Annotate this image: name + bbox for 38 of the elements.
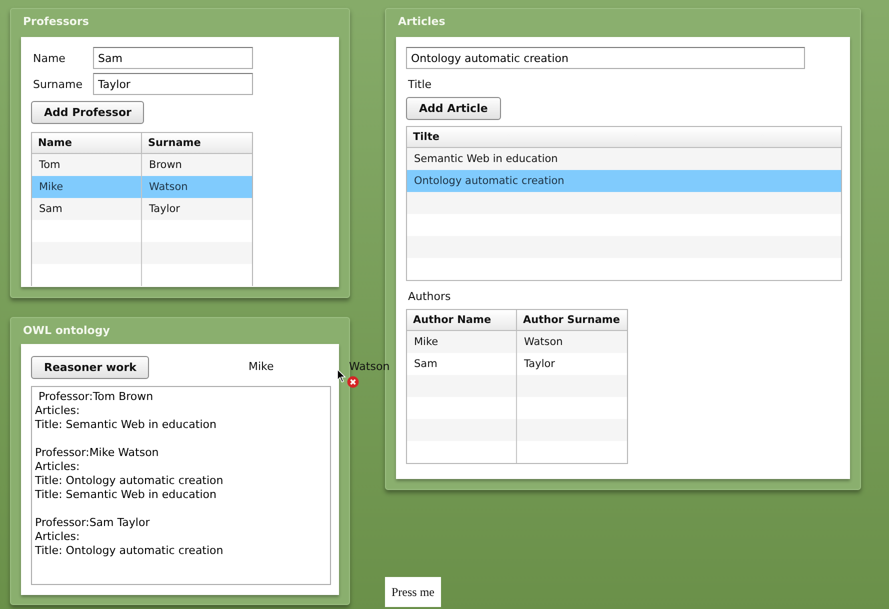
table-row[interactable]: Mike Watson bbox=[407, 331, 627, 353]
panel-title: OWL ontology bbox=[22, 323, 111, 339]
table-cell: Brown bbox=[142, 154, 252, 176]
add-professor-button[interactable]: Add Professor bbox=[31, 101, 144, 124]
output-field[interactable]: Professor:Tom Brown Articles: Title: Semantic Web in education Professor:Mike Watson Articles: Title: Ontology automatic creation Title: Semantic Web in education Professor:Sam Taylor Articles: Title: Ontology automatic creation bbox=[31, 386, 331, 585]
section-label: Authors bbox=[408, 290, 451, 303]
selected-name: Mike bbox=[248, 360, 274, 373]
column-header[interactable]: Author Name bbox=[407, 310, 517, 331]
table-row[interactable]: Sam Taylor bbox=[407, 353, 627, 375]
column-header[interactable]: Author Surname bbox=[517, 310, 627, 331]
table-cell: Mike bbox=[32, 176, 142, 198]
table-row[interactable]: Semantic Web in education bbox=[407, 148, 841, 170]
table-cell: Sam bbox=[32, 198, 142, 220]
panel-title: Professors bbox=[22, 14, 90, 30]
table-cell: Tom bbox=[32, 154, 142, 176]
table-row[interactable]: Tom Brown bbox=[32, 154, 252, 176]
table-row[interactable]: Ontology automatic creation bbox=[407, 170, 841, 192]
panel-title: Articles bbox=[397, 14, 446, 30]
input-field[interactable]: Taylor bbox=[93, 73, 253, 95]
add-article-button[interactable]: Add Article bbox=[406, 97, 501, 120]
table-cell: Watson bbox=[517, 331, 627, 353]
field-label: Title bbox=[408, 78, 432, 91]
table-cell: Mike bbox=[407, 331, 517, 353]
input-field[interactable]: Ontology automatic creation bbox=[406, 47, 805, 69]
table-row[interactable]: Sam Taylor bbox=[32, 198, 252, 220]
field-label: Name bbox=[33, 52, 66, 64]
table-row[interactable]: Mike Watson bbox=[32, 176, 252, 198]
field-label: Surname bbox=[33, 78, 84, 90]
floating-label: Watson bbox=[349, 360, 390, 373]
error-icon bbox=[347, 376, 359, 388]
input-field[interactable]: Sam bbox=[93, 47, 253, 69]
table-cell: Watson bbox=[142, 176, 252, 198]
table-cell: Taylor bbox=[142, 198, 252, 220]
column-header[interactable]: Name bbox=[32, 133, 142, 154]
column-header[interactable]: Surname bbox=[142, 133, 252, 154]
press-me-button[interactable]: Press me bbox=[385, 577, 441, 607]
reasoner-button[interactable]: Reasoner work bbox=[31, 356, 150, 379]
column-header[interactable]: Tilte bbox=[407, 127, 841, 148]
